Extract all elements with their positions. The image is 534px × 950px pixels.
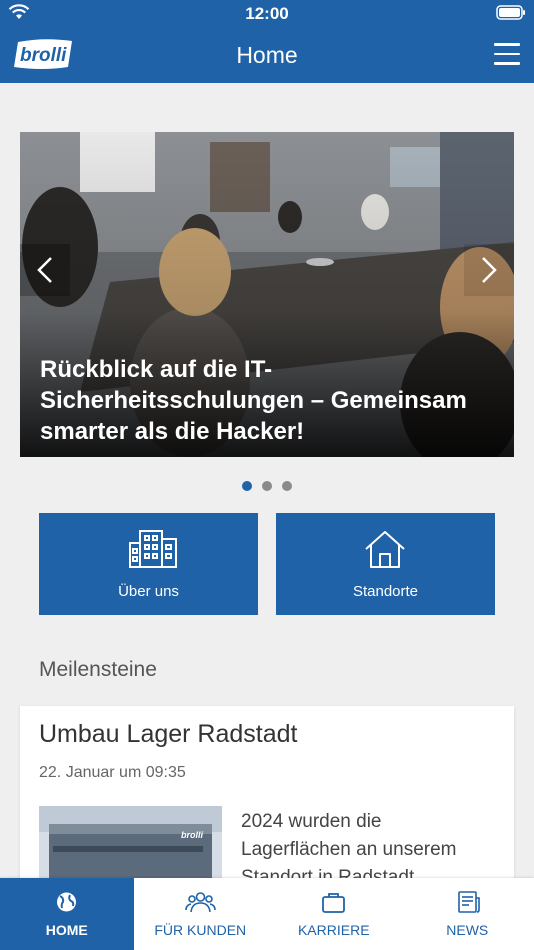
building-icon xyxy=(129,530,177,568)
thumb-logo: brolli xyxy=(181,830,203,840)
globe-icon xyxy=(57,892,76,912)
nav-label: HOME xyxy=(45,922,88,938)
nav-item-news[interactable]: NEWS xyxy=(401,878,534,950)
card-date: 22. Januar um 09:35 xyxy=(39,764,186,781)
nav-item-home[interactable]: HOME xyxy=(0,878,134,950)
carousel-dot[interactable] xyxy=(262,481,272,491)
chevron-right-icon xyxy=(482,257,497,283)
nav-label: NEWS xyxy=(446,922,489,938)
carousel-caption[interactable]: Rückblick auf die IT-Sicherheitsschulung… xyxy=(40,354,484,447)
locations-tile[interactable]: Standorte xyxy=(276,513,495,615)
briefcase-icon xyxy=(322,893,345,913)
carousel-dot[interactable] xyxy=(242,481,252,491)
news-carousel[interactable]: Rückblick auf die IT-Sicherheitsschulung… xyxy=(20,132,514,457)
hamburger-menu-icon[interactable] xyxy=(494,43,520,65)
nav-item-career[interactable]: KARRIERE xyxy=(267,878,401,950)
app-header: 12:00 brolli Home xyxy=(0,0,534,83)
milestone-card[interactable]: Umbau Lager Radstadt 22. Januar um 09:35… xyxy=(20,706,514,896)
tile-label: Standorte xyxy=(352,583,419,600)
nav-label: FÜR KUNDEN xyxy=(154,922,247,938)
status-time: 12:00 xyxy=(245,4,289,23)
section-title: Meilensteine xyxy=(39,658,157,681)
carousel-dot[interactable] xyxy=(282,481,292,491)
newspaper-icon xyxy=(457,891,480,913)
carousel-pagination xyxy=(0,481,534,491)
battery-icon xyxy=(496,5,525,20)
people-icon xyxy=(184,892,216,913)
card-title: Umbau Lager Radstadt xyxy=(39,720,298,748)
carousel-prev-button[interactable] xyxy=(20,244,70,296)
nav-item-customers[interactable]: FÜR KUNDEN xyxy=(134,878,268,950)
tile-label: Über uns xyxy=(118,583,179,600)
carousel-next-button[interactable] xyxy=(464,244,514,296)
page-title: Home xyxy=(236,42,298,68)
nav-label: KARRIERE xyxy=(297,922,370,938)
about-us-tile[interactable]: Über uns xyxy=(39,513,258,615)
bottom-nav: HOME FÜR KUNDEN KARRIERE NEWS xyxy=(0,878,534,950)
chevron-left-icon xyxy=(37,257,52,283)
house-icon xyxy=(365,531,405,568)
